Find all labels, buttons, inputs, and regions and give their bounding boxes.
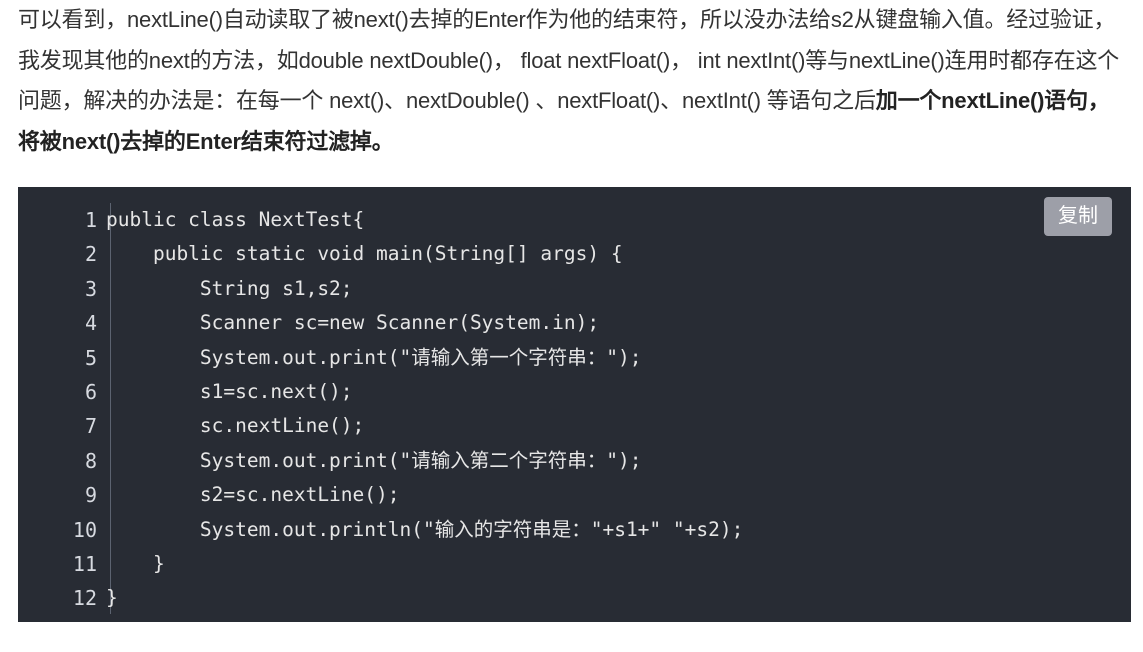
code-line: }: [106, 586, 118, 610]
line-number: 11: [72, 551, 97, 576]
line-number: 7: [84, 414, 97, 439]
code-line: s1=sc.next();: [106, 379, 353, 403]
code-block: 1 2 3 4 5 6 7 8 9 10 11 12 public class …: [18, 187, 1131, 622]
code-line: System.out.print("请输入第一个字符串：");: [106, 345, 642, 369]
line-number: 3: [84, 276, 97, 301]
article-paragraph: 可以看到，nextLine()自动读取了被next()去掉的Enter作为他的结…: [18, 0, 1128, 162]
line-number: 1: [84, 208, 97, 232]
line-number-gutter: 1 2 3 4 5 6 7 8 9 10 11 12: [18, 203, 111, 614]
line-number: 9: [84, 483, 97, 508]
code-content[interactable]: public class NextTest{ public static voi…: [106, 203, 1111, 616]
line-number: 2: [84, 242, 97, 267]
line-number: 8: [84, 448, 97, 473]
code-line: sc.nextLine();: [106, 414, 365, 438]
line-number: 5: [84, 345, 97, 370]
copy-button[interactable]: 复制: [1044, 197, 1112, 236]
code-line: }: [106, 551, 165, 575]
line-number: 6: [84, 379, 97, 404]
code-line: public static void main(String[] args) {: [106, 242, 623, 266]
code-line: Scanner sc=new Scanner(System.in);: [106, 311, 600, 335]
code-line: System.out.println("输入的字符串是："+s1+" "+s2)…: [106, 517, 744, 541]
code-line: s2=sc.nextLine();: [106, 483, 400, 507]
line-number: 4: [84, 311, 97, 336]
line-number: 10: [72, 517, 97, 542]
code-line: String s1,s2;: [106, 276, 353, 300]
code-line: System.out.print("请输入第二个字符串：");: [106, 448, 642, 472]
line-number: 12: [72, 586, 97, 611]
paragraph-text: 可以看到，nextLine()自动读取了被next()去掉的Enter作为他的结…: [18, 0, 1128, 162]
code-line: public class NextTest{: [106, 208, 365, 231]
